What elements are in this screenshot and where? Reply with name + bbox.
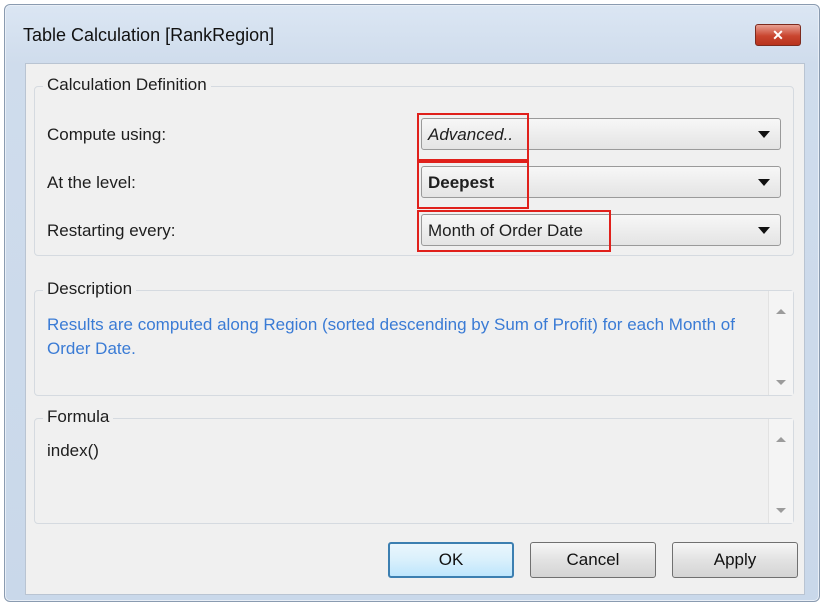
description-scrollbar[interactable] <box>768 291 793 395</box>
calculation-definition-group: Calculation Definition Compute using: Ad… <box>34 75 794 256</box>
highlight-box-at-the-level <box>417 161 529 209</box>
highlight-box-restarting-every <box>417 210 611 252</box>
chevron-down-icon <box>758 227 770 234</box>
formula-scrollbar[interactable] <box>768 419 793 523</box>
compute-using-label: Compute using: <box>47 125 167 144</box>
highlight-box-compute-using <box>417 113 529 161</box>
dialog-body: Calculation Definition Compute using: Ad… <box>25 63 805 595</box>
description-group: Description Results are computed along R… <box>34 279 794 396</box>
chevron-down-icon <box>758 131 770 138</box>
dialog-title: Table Calculation [RankRegion] <box>23 25 275 45</box>
scroll-up-icon[interactable] <box>776 437 786 442</box>
at-the-level-label: At the level: <box>47 173 136 192</box>
title-bar[interactable]: Table Calculation [RankRegion] ✕ <box>5 5 819 61</box>
formula-textarea[interactable]: index() <box>35 419 793 523</box>
scroll-up-icon[interactable] <box>776 309 786 314</box>
close-icon: ✕ <box>772 27 784 43</box>
dialog-window: Table Calculation [RankRegion] ✕ Calcula… <box>4 4 820 602</box>
scroll-down-icon[interactable] <box>776 508 786 513</box>
chevron-down-icon <box>758 179 770 186</box>
scroll-down-icon[interactable] <box>776 380 786 385</box>
restarting-every-label: Restarting every: <box>47 221 176 240</box>
close-button[interactable]: ✕ <box>755 24 801 46</box>
apply-button[interactable]: Apply <box>672 542 798 578</box>
description-text: Results are computed along Region (sorte… <box>47 315 735 358</box>
ok-button[interactable]: OK <box>388 542 514 578</box>
calculation-definition-label: Calculation Definition <box>43 75 211 95</box>
formula-group: Formula index() <box>34 407 794 524</box>
description-textarea[interactable]: Results are computed along Region (sorte… <box>35 291 793 395</box>
formula-text: index() <box>47 441 99 460</box>
cancel-button[interactable]: Cancel <box>530 542 656 578</box>
